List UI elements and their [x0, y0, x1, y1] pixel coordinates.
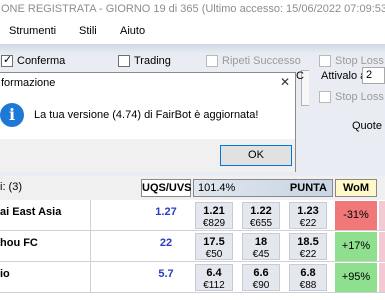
wom-header[interactable]: WoM [335, 179, 377, 197]
odd-amount: €45 [252, 249, 270, 260]
close-icon[interactable]: ✕ [280, 75, 290, 89]
uqs-value: 5.7 [158, 268, 174, 280]
info-icon: i [0, 103, 24, 127]
window-title: ONE REGISTRATA - GIORNO 19 di 365 (Ultim… [0, 0, 385, 18]
stop-loss-m-label: Stop Loss Me [335, 91, 385, 103]
toolbar-strip [0, 44, 385, 54]
table-row: hou FC 22 17.5 €50 18 €45 18.5 €22 +17% [0, 231, 385, 262]
odd-price: 17.5 [203, 236, 225, 248]
menu-strumenti[interactable]: Strumenti [9, 25, 56, 37]
column-divider [90, 231, 91, 262]
back-odd-cell[interactable]: 17.5 €50 [195, 233, 233, 260]
odd-amount: €112 [203, 280, 225, 291]
dialog-body: i La tua versione (4.74) di FairBot è ag… [0, 93, 295, 139]
back-odd-cell[interactable]: 1.22 €655 [242, 202, 280, 229]
table-row: io 5.7 6.4 €112 6.6 €90 6.8 €88 +95% [0, 262, 385, 293]
odd-amount: €50 [205, 249, 223, 260]
info-dialog: formazione ✕ i La tua versione (4.74) di… [0, 72, 296, 172]
menu-aiuto[interactable]: Aiuto [120, 25, 145, 37]
wom-value: -31% [335, 201, 377, 230]
conferma-checkbox[interactable]: Conferma [1, 53, 66, 67]
stop-loss-checkbox[interactable]: Stop Loss [319, 55, 384, 67]
attivalo-input[interactable]: 2 [362, 67, 385, 84]
column-divider [90, 200, 91, 231]
checkbox-checked [1, 53, 13, 67]
runner-name: ai East Asia [0, 206, 62, 218]
column-divider [90, 262, 91, 293]
back-odd-cell[interactable]: 1.23 €22 [289, 202, 327, 229]
percentage-value: 101.4% [198, 182, 236, 194]
lay-cell-edge[interactable] [379, 201, 385, 230]
odd-price: 1.22 [250, 205, 272, 217]
odd-price: 1.21 [203, 205, 225, 217]
toolbar-fragment: C [296, 70, 304, 82]
stop-loss-m-checkbox[interactable]: Stop Loss Me [319, 91, 385, 103]
ripeti-successo-checkbox[interactable]: Ripeti Successo [206, 55, 301, 67]
runner-name: hou FC [0, 237, 38, 249]
back-odd-cell[interactable]: 1.21 €829 [195, 202, 233, 229]
conferma-label: Conferma [17, 55, 66, 67]
odd-price: 1.23 [297, 205, 319, 217]
ok-button[interactable]: OK [220, 145, 292, 166]
runner-name: io [0, 268, 10, 280]
back-odd-cell[interactable]: 6.8 €88 [289, 264, 327, 291]
odd-amount: €22 [299, 218, 317, 229]
back-odd-cell[interactable]: 6.4 €112 [195, 264, 233, 291]
uqs-value: 1.27 [155, 206, 177, 218]
odd-amount: €655 [249, 218, 273, 229]
selection-count: i: (3) [0, 181, 22, 193]
menu-stili[interactable]: Stili [79, 25, 97, 37]
odd-amount: €88 [299, 280, 317, 291]
checkbox-unchecked [206, 55, 218, 67]
quote-label: Quote V [352, 120, 385, 132]
ripeti-successo-label: Ripeti Successo [222, 55, 301, 67]
trading-checkbox[interactable]: Trading [118, 55, 171, 67]
back-odd-cell[interactable]: 6.6 €90 [242, 264, 280, 291]
menu-bar: Strumenti Stili Aiuto [0, 18, 385, 44]
checkbox-unchecked [118, 55, 130, 67]
table-row: ai East Asia 1.27 1.21 €829 1.22 €655 1.… [0, 200, 385, 231]
wom-value: +95% [335, 263, 377, 292]
percentage-header[interactable]: 101.4% PUNTA [193, 179, 333, 197]
dialog-title: formazione [0, 73, 295, 93]
lay-cell-edge[interactable] [379, 232, 385, 261]
punta-header: PUNTA [289, 182, 327, 194]
runners-table: ai East Asia 1.27 1.21 €829 1.22 €655 1.… [0, 200, 385, 300]
trading-label: Trading [134, 55, 171, 67]
stop-loss-label: Stop Loss [335, 55, 384, 67]
odd-amount: €22 [299, 249, 317, 260]
checkbox-unchecked [319, 91, 331, 103]
uqs-header[interactable]: UQS/UVS [141, 179, 192, 197]
lay-cell-edge[interactable] [379, 263, 385, 292]
dialog-footer: OK [0, 139, 295, 172]
odd-price: 6.6 [253, 267, 269, 279]
checkbox-unchecked [319, 55, 331, 67]
uqs-value: 22 [159, 237, 173, 249]
odd-amount: €829 [202, 218, 226, 229]
back-odd-cell[interactable]: 18 €45 [242, 233, 280, 260]
odd-price: 18.5 [297, 236, 319, 248]
wom-value: +17% [335, 232, 377, 261]
odd-amount: €90 [252, 280, 270, 291]
attivalo-label: Attivalo a [321, 70, 367, 82]
odd-price: 6.8 [300, 267, 316, 279]
dialog-message: La tua versione (4.74) di FairBot è aggi… [34, 109, 259, 121]
odd-price: 18 [254, 236, 268, 248]
back-odd-cell[interactable]: 18.5 €22 [289, 233, 327, 260]
odd-price: 6.4 [206, 267, 222, 279]
